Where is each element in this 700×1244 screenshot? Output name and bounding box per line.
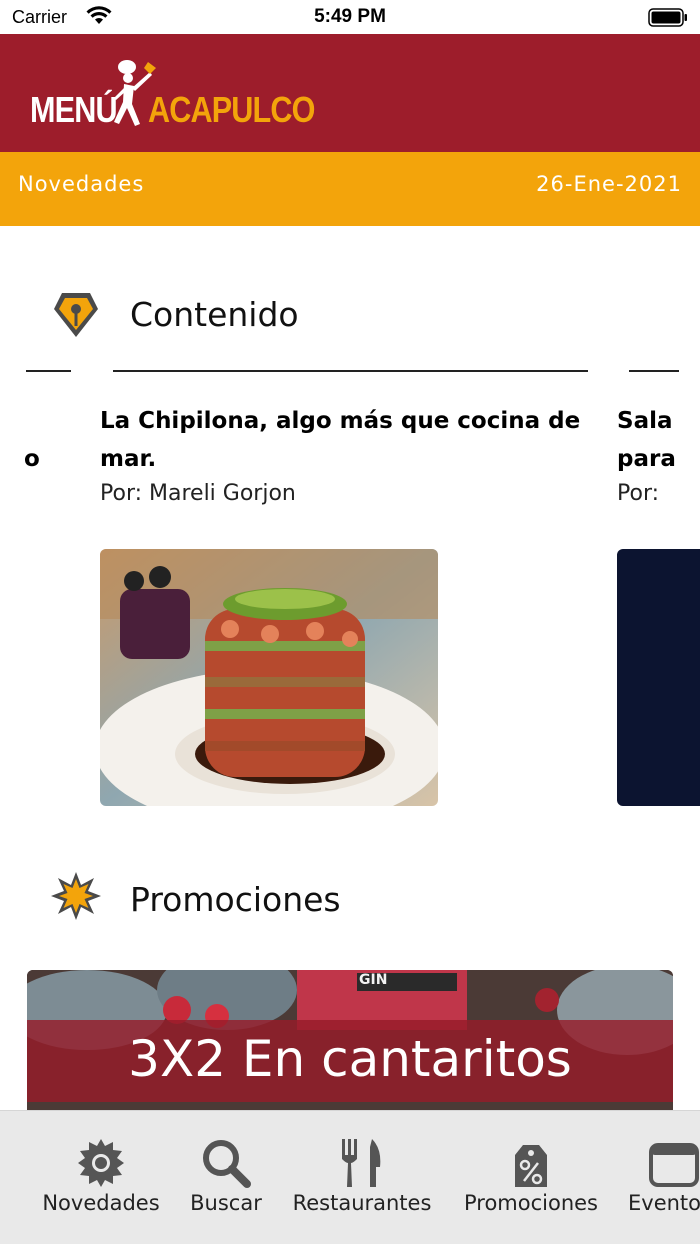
calendar-icon [649, 1143, 699, 1187]
promo-sign-text: GIN [359, 972, 388, 988]
promociones-title: Promociones [130, 880, 341, 919]
price-tag-icon [515, 1145, 547, 1187]
article-image [100, 549, 438, 806]
card-divider [629, 370, 679, 372]
tab-novedades[interactable]: Novedades [36, 1137, 166, 1221]
starburst-icon [51, 872, 101, 920]
fountain-pen-icon [54, 293, 98, 337]
logo-word-acapulco: ACAPULCO [148, 89, 315, 130]
battery-icon [648, 8, 687, 27]
date-label: 26-Ene-2021 [536, 172, 682, 196]
next-article-image [617, 549, 700, 806]
ceviche-tower-image [100, 549, 438, 806]
search-icon [203, 1140, 251, 1188]
tab-buscar[interactable]: Buscar [176, 1137, 276, 1221]
card-divider [26, 370, 71, 372]
fork-knife-icon [342, 1139, 381, 1187]
gear-icon [78, 1139, 124, 1187]
promociones-section-header: Promociones [50, 868, 650, 928]
prev-card-title-fragment: o [24, 446, 40, 472]
tab-label: Restaurantes [292, 1191, 432, 1215]
next-article-title-line1: Sala [617, 408, 673, 434]
article-title: La Chipilona, algo más que cocina de mar… [100, 408, 581, 472]
promo-banner[interactable]: GIN 3X2 En cantaritos [27, 970, 673, 1120]
app-logo: MENÚ ACAPULCO [30, 56, 315, 136]
app-header: MENÚ ACAPULCO [0, 34, 700, 152]
tab-label: Promociones [463, 1191, 599, 1215]
tab-label: Buscar [190, 1191, 262, 1215]
next-article-title-line2: para [617, 446, 676, 472]
tab-label: Eventos [628, 1191, 700, 1215]
article-author: Por: Mareli Gorjon [100, 481, 296, 506]
section-label: Novedades [18, 172, 145, 196]
tab-restaurantes[interactable]: Restaurantes [286, 1137, 438, 1221]
tab-promociones[interactable]: Promociones [458, 1137, 604, 1221]
promo-text: 3X2 En cantaritos [128, 1030, 572, 1088]
card-divider [113, 370, 588, 372]
contenido-title: Contenido [130, 295, 299, 334]
tab-label: Novedades [42, 1191, 160, 1215]
logo-word-menu: MENÚ [30, 89, 118, 130]
tab-bar: Novedades Buscar Restaurantes Promocione… [0, 1110, 700, 1244]
clock: 5:49 PM [314, 6, 386, 27]
next-article-author: Por: [617, 481, 660, 506]
contenido-section-header: Contenido [50, 283, 650, 343]
tab-eventos[interactable]: Eventos [624, 1137, 700, 1221]
sub-header: Novedades 26-Ene-2021 [0, 152, 700, 226]
status-bar: Carrier 5:49 PM [0, 0, 700, 34]
contenido-carousel[interactable]: o La Chipilona, algo más que cocina de m… [0, 360, 700, 820]
